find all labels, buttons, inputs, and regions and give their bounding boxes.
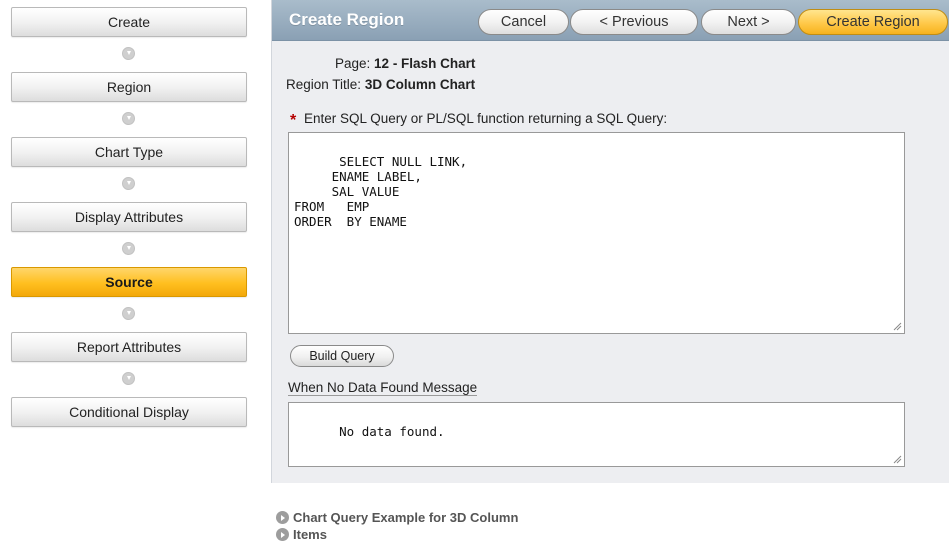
create-region-button[interactable]: Create Region xyxy=(798,9,948,35)
create-region-panel: Create Region Cancel < Previous Next > C… xyxy=(271,0,949,483)
required-marker: * xyxy=(290,112,297,129)
sql-query-label: Enter SQL Query or PL/SQL function retur… xyxy=(304,111,668,126)
chevron-down-icon xyxy=(122,47,135,60)
build-query-button[interactable]: Build Query xyxy=(290,345,394,367)
panel-title: Create Region xyxy=(289,10,405,29)
step-chart-type[interactable]: Chart Type xyxy=(11,137,247,167)
step-conditional-display[interactable]: Conditional Display xyxy=(11,397,247,427)
chevron-down-icon xyxy=(122,177,135,190)
chevron-down-icon xyxy=(122,242,135,255)
items-label: Items xyxy=(293,527,327,542)
no-data-message-text: No data found. xyxy=(339,424,445,439)
play-circle-icon xyxy=(276,528,289,541)
region-title-value: 3D Column Chart xyxy=(364,77,476,92)
previous-button[interactable]: < Previous xyxy=(570,9,698,35)
page-info: Page: 12 - Flash Chart xyxy=(335,56,475,71)
step-source-current[interactable]: Source xyxy=(11,267,247,297)
sql-query-text: SELECT NULL LINK, ENAME LABEL, SAL VALUE… xyxy=(294,154,468,229)
resize-grip-icon[interactable] xyxy=(892,454,902,464)
sql-query-label-row: * Enter SQL Query or PL/SQL function ret… xyxy=(290,110,668,129)
cancel-button[interactable]: Cancel xyxy=(478,9,569,35)
chevron-down-icon xyxy=(122,112,135,125)
chevron-down-icon xyxy=(122,307,135,320)
chart-query-example-link[interactable]: Chart Query Example for 3D Column xyxy=(276,510,518,525)
panel-header: Create Region Cancel < Previous Next > C… xyxy=(272,0,949,41)
wizard-steps: Create Region Chart Type Display Attribu… xyxy=(11,7,247,427)
items-link[interactable]: Items xyxy=(276,527,327,542)
region-title-label: Region Title: xyxy=(286,77,362,92)
step-create[interactable]: Create xyxy=(11,7,247,37)
no-data-found-label: When No Data Found Message xyxy=(288,380,478,396)
no-data-message-textarea[interactable]: No data found. xyxy=(288,402,905,467)
no-data-label-row: When No Data Found Message xyxy=(288,380,478,396)
next-button[interactable]: Next > xyxy=(701,9,796,35)
sql-query-textarea[interactable]: SELECT NULL LINK, ENAME LABEL, SAL VALUE… xyxy=(288,132,905,334)
chevron-down-icon xyxy=(122,372,135,385)
create-region-wizard-page: Create Region Chart Type Display Attribu… xyxy=(0,0,949,542)
page-value: 12 - Flash Chart xyxy=(374,56,476,71)
resize-grip-icon[interactable] xyxy=(892,321,902,331)
chart-query-example-label: Chart Query Example for 3D Column xyxy=(293,510,519,525)
step-region[interactable]: Region xyxy=(11,72,247,102)
page-label: Page: xyxy=(335,56,371,71)
step-report-attributes[interactable]: Report Attributes xyxy=(11,332,247,362)
region-title-info: Region Title: 3D Column Chart xyxy=(286,77,475,92)
play-circle-icon xyxy=(276,511,289,524)
step-display-attributes[interactable]: Display Attributes xyxy=(11,202,247,232)
